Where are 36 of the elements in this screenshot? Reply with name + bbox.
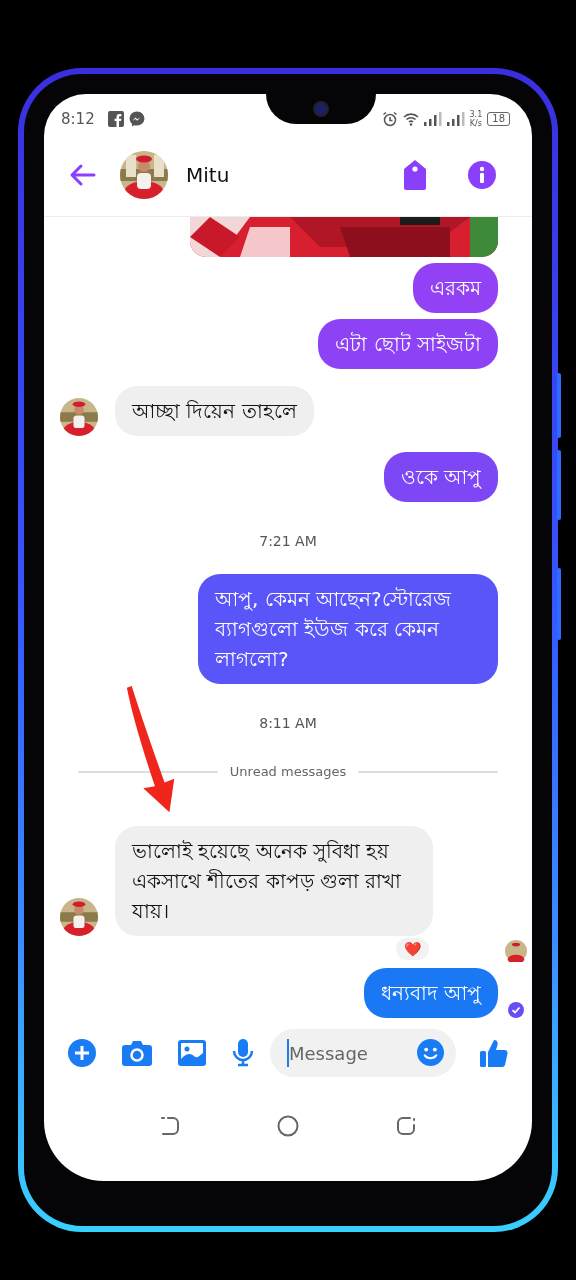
sent-message[interactable]: ধন্যবাদ আপু — [363, 968, 498, 1018]
recents-nav-icon[interactable] — [395, 1115, 417, 1137]
facebook-icon — [107, 111, 124, 127]
back-button[interactable] — [68, 163, 96, 187]
signal-icon — [446, 112, 465, 126]
microphone-button[interactable] — [232, 1039, 254, 1067]
sent-message[interactable]: আপু, কেমন আছেন?স্টোরেজ ব্যাগগুলো ইউজ করে কেমন লাগলো? — [198, 574, 498, 685]
add-button[interactable] — [68, 1039, 96, 1067]
sent-message[interactable]: এরকম — [413, 263, 498, 313]
emoji-icon[interactable] — [417, 1039, 444, 1066]
info-button[interactable] — [468, 161, 496, 189]
sent-message[interactable]: এটা ছোট সাইজটা — [318, 319, 498, 369]
camera-button[interactable] — [122, 1040, 152, 1066]
reaction-badge[interactable]: ❤ — [394, 936, 431, 962]
status-time: 8:12 — [61, 110, 95, 128]
network-speed: 3.1 — [469, 110, 483, 119]
unread-divider-label: Unread messages — [229, 764, 347, 780]
sent-message[interactable]: ওকে আপু — [383, 452, 498, 502]
battery-indicator: 18 — [487, 112, 510, 126]
wifi-icon — [402, 111, 419, 127]
home-nav-icon[interactable] — [277, 1115, 299, 1137]
timestamp: 7:21 AM — [259, 533, 317, 550]
signal-icon — [423, 112, 442, 126]
gallery-button[interactable] — [178, 1040, 206, 1066]
received-message[interactable]: ভালোই হয়েছে অনেক সুবিধা হয় একসাথে শীতের কাপড় গুলা রাখা যায়। — [115, 826, 433, 936]
messenger-icon — [128, 111, 145, 127]
tag-button[interactable] — [402, 160, 428, 190]
received-message[interactable]: আচ্ছা দিয়েন তাহলে — [115, 386, 314, 436]
alarm-icon — [381, 111, 398, 127]
like-button[interactable] — [480, 1038, 508, 1068]
speed-unit: K/s — [469, 119, 482, 128]
back-nav-icon[interactable] — [159, 1115, 181, 1137]
contact-name[interactable]: Mitu — [186, 163, 230, 187]
seen-avatar — [505, 940, 527, 962]
message-field[interactable]: Message — [270, 1029, 456, 1077]
timestamp: 8:11 AM — [259, 715, 317, 732]
